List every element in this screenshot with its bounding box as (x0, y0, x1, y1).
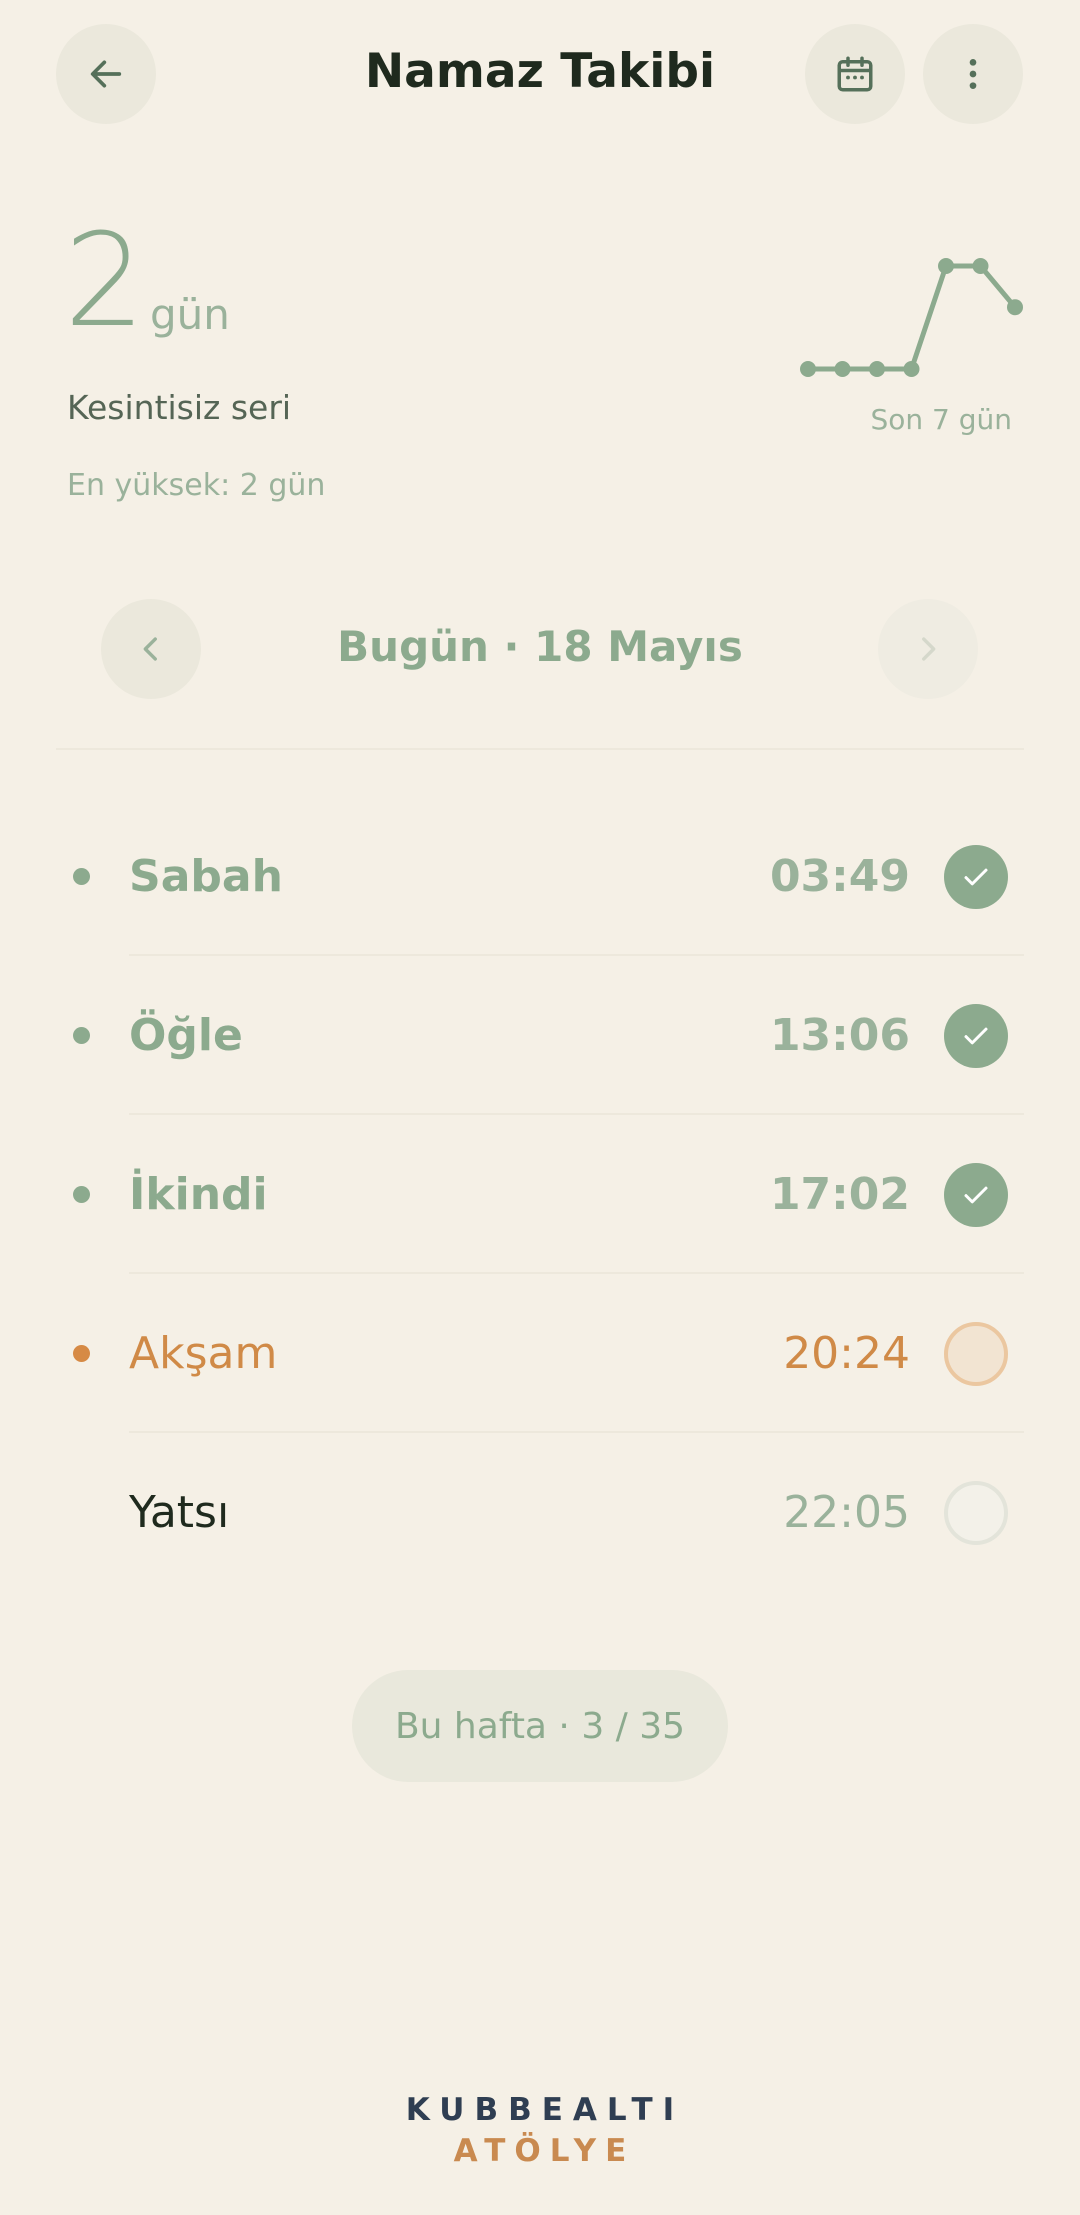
more-vertical-icon (969, 59, 977, 89)
status-dot (73, 1345, 90, 1362)
calendar-icon (837, 56, 873, 92)
sparkline-point-1 (800, 361, 816, 377)
prayer-row-ogle[interactable]: Öğle 13:06 (0, 956, 1080, 1115)
status-dot (73, 1027, 90, 1044)
sparkline-point-4 (903, 361, 920, 377)
prayer-row-ikindi[interactable]: İkindi 17:02 (0, 1115, 1080, 1274)
streak-sparkline (800, 258, 1023, 377)
prayer-time: 03:49 (769, 851, 910, 902)
sparkline-point-7 (1007, 299, 1023, 316)
next-day-button[interactable] (878, 599, 978, 699)
sparkline-point-2 (834, 361, 851, 377)
sparkline-caption: Son 7 gün (870, 403, 1012, 436)
chevron-right-icon (922, 637, 936, 661)
prayer-time: 22:05 (783, 1487, 910, 1538)
prayer-name: İkindi (129, 1169, 268, 1220)
brand-logo-line1: KUBBEALTI (405, 2092, 685, 2128)
prayer-name: Öğle (129, 1010, 243, 1061)
sparkline-point-3 (869, 361, 885, 377)
prayer-row-sabah[interactable]: Sabah 03:49 (0, 797, 1080, 956)
sparkline-point-5 (938, 258, 954, 274)
prayer-name: Akşam (129, 1328, 278, 1379)
sparkline-point-6 (972, 258, 989, 274)
best-streak: En yüksek: 2 gün (67, 468, 326, 503)
prayer-checkbox[interactable] (944, 1481, 1008, 1545)
check-icon (964, 1186, 988, 1204)
prayer-time: 13:06 (769, 1010, 910, 1061)
streak-count: 2 (64, 207, 146, 356)
divider (56, 748, 1024, 750)
prayer-time: 17:02 (769, 1169, 910, 1220)
brand-logo-line2: ATÖLYE (453, 2133, 636, 2169)
calendar-button[interactable] (805, 24, 905, 124)
prayer-tracker-screen: Namaz Takibi 2 gün Kesintisiz seri En yü… (0, 0, 1080, 2215)
check-icon (964, 868, 988, 886)
check-icon (964, 1027, 988, 1045)
prayer-checkbox[interactable] (944, 845, 1008, 909)
prayer-checkbox[interactable] (944, 1322, 1008, 1386)
streak-label: Kesintisiz seri (67, 388, 292, 427)
streak-unit: gün (150, 290, 230, 339)
status-dot (73, 868, 90, 885)
prayer-checkbox[interactable] (944, 1004, 1008, 1068)
prayer-row-aksam[interactable]: Akşam 20:24 (0, 1274, 1080, 1433)
prayer-time: 20:24 (783, 1328, 910, 1379)
status-dot (73, 1186, 90, 1203)
weekly-summary-chip[interactable]: Bu hafta · 3 / 35 (352, 1670, 728, 1782)
prayer-name: Yatsı (129, 1487, 230, 1538)
prayer-row-yatsi[interactable]: Yatsı 22:05 (0, 1433, 1080, 1592)
prayer-name: Sabah (129, 851, 283, 902)
more-options-button[interactable] (923, 24, 1023, 124)
page-title: Namaz Takibi (364, 44, 716, 99)
prayer-checkbox[interactable] (944, 1163, 1008, 1227)
